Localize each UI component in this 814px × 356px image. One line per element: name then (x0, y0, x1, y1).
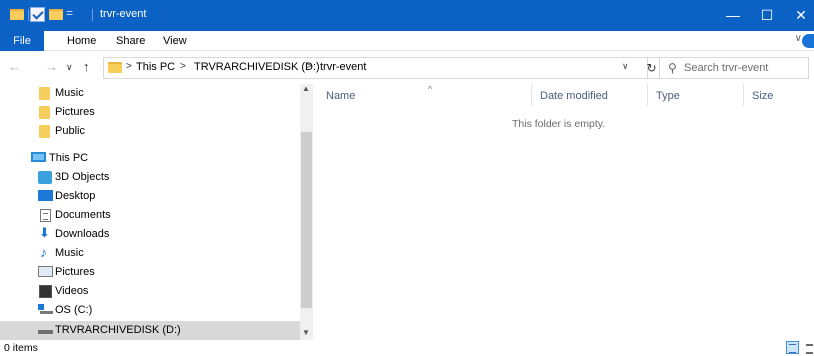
item-count: 0 items (4, 342, 38, 354)
title-divider (92, 9, 93, 21)
nav-item-label: TRVRARCHIVEDISK (D:) (55, 324, 181, 336)
nav-item-pictures-folder[interactable]: Pictures (0, 103, 300, 122)
breadcrumb-separator: > (126, 61, 132, 72)
nav-item-documents[interactable]: Documents (0, 206, 300, 225)
scrollbar-thumb[interactable] (301, 132, 312, 308)
os-drive-icon (38, 304, 53, 315)
breadcrumb-this-pc[interactable]: This PC (136, 61, 175, 73)
nav-item-label: Videos (55, 285, 89, 297)
navigation-bar: ← → ∨ ↑ > This PC > TRVRARCHIVEDISK (D:)… (0, 51, 814, 84)
details-view-icon[interactable] (786, 341, 799, 354)
drive-icon (38, 330, 53, 334)
up-button[interactable]: ↑ (83, 59, 90, 74)
column-header-label: Type (656, 90, 680, 102)
nav-item-label: 3D Objects (55, 171, 110, 183)
column-header-type[interactable]: Type (648, 84, 744, 106)
column-header-label: Name (326, 90, 356, 102)
search-placeholder: Search trvr-event (684, 62, 769, 74)
window-title: trvr-event (100, 8, 147, 20)
nav-item-label: Pictures (55, 266, 95, 278)
nav-item-label: Downloads (55, 228, 110, 240)
breadcrumb-current-folder[interactable]: trvr-event (320, 61, 366, 73)
status-bar: 0 items (0, 340, 814, 356)
nav-item-downloads[interactable]: ⬇ Downloads (0, 225, 300, 244)
address-folder-icon (108, 62, 122, 73)
tab-home[interactable]: Home (67, 31, 96, 51)
new-folder-quick-access-icon[interactable] (49, 9, 63, 20)
close-button[interactable]: ✕ (784, 0, 814, 31)
window-folder-icon (10, 9, 24, 20)
column-header-label: Date modified (540, 90, 608, 102)
forward-button[interactable]: → (45, 59, 58, 74)
nav-item-label: Pictures (55, 106, 95, 118)
empty-folder-message: This folder is empty. (512, 118, 606, 130)
sort-ascending-icon: ^ (428, 84, 433, 94)
nav-item-label: Music (55, 247, 84, 259)
minimize-button[interactable]: — (716, 0, 750, 31)
folder-icon (39, 125, 50, 138)
nav-item-label: OS (C:) (55, 304, 93, 316)
quick-access-divider (28, 9, 29, 21)
nav-item-3d-objects[interactable]: 3D Objects (0, 168, 300, 187)
computer-icon (31, 152, 46, 162)
nav-item-videos[interactable]: Videos (0, 282, 300, 301)
search-box[interactable]: ⚲ Search trvr-event (659, 57, 809, 79)
tab-view[interactable]: View (163, 31, 187, 51)
scroll-up-icon[interactable]: ▲ (302, 84, 310, 93)
nav-item-public-folder[interactable]: Public (0, 122, 300, 141)
help-icon[interactable] (802, 34, 814, 48)
nav-item-this-pc[interactable]: This PC (0, 149, 300, 168)
desktop-icon (38, 190, 53, 201)
downloads-icon: ⬇ (39, 225, 50, 240)
nav-item-label: Desktop (55, 190, 96, 202)
search-icon: ⚲ (668, 61, 677, 75)
nav-item-label: This PC (49, 152, 89, 164)
scroll-down-icon[interactable]: ▼ (302, 328, 310, 337)
music-icon: ♪ (40, 244, 47, 260)
nav-item-os-c[interactable]: OS (C:) (0, 301, 300, 320)
breadcrumb-separator: > (180, 61, 186, 72)
navigation-pane: Music Pictures Public This PC 3D Objects… (0, 84, 313, 340)
customize-quick-access-icon[interactable]: = (66, 6, 73, 20)
nav-item-music-folder[interactable]: Music (0, 84, 300, 103)
address-dropdown-icon[interactable]: ∨ (622, 61, 629, 72)
file-list[interactable]: Name ^ Date modified Type Size This fold… (318, 84, 814, 340)
navigation-pane-scrollbar[interactable]: ▲ ▼ (300, 84, 313, 340)
back-button[interactable]: ← (8, 59, 21, 74)
column-header-size[interactable]: Size (744, 84, 814, 106)
column-header-date-modified[interactable]: Date modified (532, 84, 648, 106)
nav-item-label: Public (55, 125, 85, 137)
tab-file[interactable]: File (0, 31, 44, 51)
nav-item-label: Music (55, 87, 84, 99)
pictures-icon (38, 266, 53, 277)
nav-item-trvrarchivedisk[interactable]: TRVRARCHIVEDISK (D:) (0, 321, 300, 340)
large-icons-view-icon[interactable] (804, 341, 814, 354)
nav-item-pictures[interactable]: Pictures (0, 263, 300, 282)
nav-item-music[interactable]: ♪ Music (0, 244, 300, 263)
column-header-name[interactable]: Name ^ (318, 84, 532, 106)
ribbon-tabs: File Home Share View ∨ (0, 31, 814, 51)
nav-item-desktop[interactable]: Desktop (0, 187, 300, 206)
address-bar[interactable]: > This PC > TRVRARCHIVEDISK (D:) > trvr-… (103, 57, 648, 79)
breadcrumb-drive[interactable]: TRVRARCHIVEDISK (D:) (194, 61, 320, 73)
maximize-button[interactable]: ☐ (750, 0, 784, 31)
nav-item-label: Documents (55, 209, 111, 221)
documents-icon (40, 209, 51, 222)
breadcrumb-separator: > (306, 61, 312, 72)
column-header-label: Size (752, 90, 774, 102)
folder-icon (39, 87, 50, 100)
recent-locations-button[interactable]: ∨ (66, 62, 73, 73)
videos-icon (39, 285, 52, 298)
properties-quick-access-icon[interactable] (30, 7, 45, 22)
expand-ribbon-icon[interactable]: ∨ (795, 33, 802, 44)
title-bar: = trvr-event — ☐ ✕ (0, 0, 814, 31)
tab-share[interactable]: Share (116, 31, 145, 51)
3d-objects-icon (38, 171, 52, 184)
folder-icon (39, 106, 50, 119)
